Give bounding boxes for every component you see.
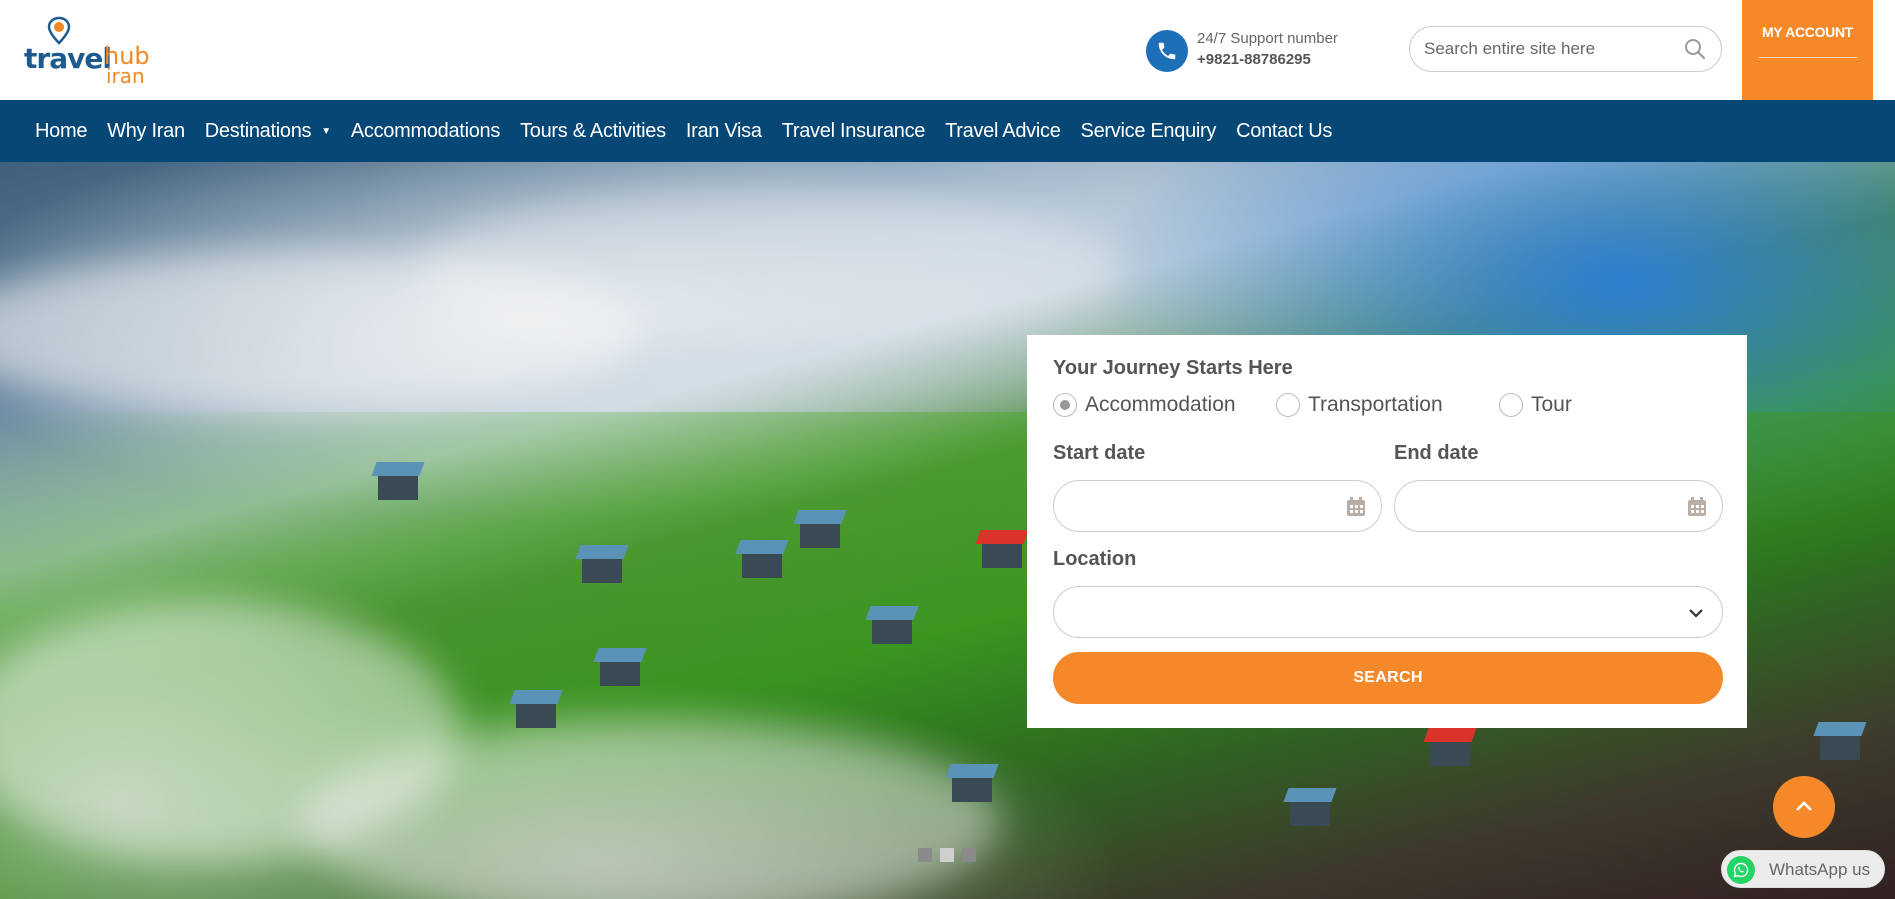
nav-item-service-enquiry[interactable]: Service Enquiry	[1081, 120, 1217, 143]
radio-transportation[interactable]: Transportation	[1276, 393, 1443, 417]
nav-item-travel-advice[interactable]: Travel Advice	[945, 119, 1061, 143]
nav-item-label: Why Iran	[107, 119, 185, 142]
nav-item-label: Travel Insurance	[781, 119, 926, 142]
radio-label: Accommodation	[1085, 393, 1236, 416]
search-button[interactable]: SEARCH	[1053, 652, 1723, 704]
slider-dots	[918, 848, 976, 862]
nav-item-travel-insurance[interactable]: Travel Insurance	[781, 119, 926, 143]
hero-cabin	[800, 520, 840, 548]
logo-word-iran: iran	[106, 64, 145, 88]
radio-label: Transportation	[1308, 393, 1443, 416]
whatsapp-label: WhatsApp us	[1769, 860, 1871, 879]
search-input[interactable]	[1424, 37, 1674, 61]
hero-mist	[420, 192, 1120, 342]
hero-cabin	[582, 555, 622, 583]
phone-icon[interactable]	[1146, 30, 1188, 72]
chevron-down-icon	[1689, 609, 1703, 618]
caret-down-icon: ▼	[321, 125, 331, 137]
nav-item-home[interactable]: Home	[35, 120, 87, 143]
location-select[interactable]	[1053, 586, 1723, 638]
nav-item-label: Travel Advice	[945, 119, 1061, 142]
site-logo[interactable]: travel hub iran	[22, 16, 150, 88]
hero-cabin	[1820, 732, 1860, 760]
end-date-field[interactable]	[1394, 480, 1723, 532]
hero-cabin	[1290, 798, 1330, 826]
location-label: Location	[1053, 548, 1137, 570]
booking-type-radios: Accommodation Transportation Tour	[1053, 393, 1733, 423]
chevron-up-icon	[1796, 801, 1812, 811]
support-contact: 24/7 Support number +9821-88786295	[1146, 30, 1376, 74]
search-icon[interactable]	[1683, 37, 1707, 61]
site-search	[1409, 26, 1722, 72]
start-date-label: Start date	[1053, 442, 1146, 464]
search-card-title: Your Journey Starts Here	[1053, 357, 1293, 379]
slider-dot[interactable]	[962, 848, 976, 862]
radio-circle[interactable]	[1276, 393, 1300, 417]
hero-cabin	[952, 774, 992, 802]
radio-circle[interactable]	[1499, 393, 1523, 417]
hero-cabin	[378, 472, 418, 500]
nav-item-contact-us[interactable]: Contact Us	[1236, 120, 1332, 143]
whatsapp-icon	[1727, 856, 1755, 884]
nav-item-label: Home	[35, 119, 88, 142]
my-account-label: MY ACCOUNT	[1761, 24, 1854, 40]
hero-cabin	[742, 550, 782, 578]
account-divider	[1758, 57, 1858, 58]
radio-accommodation[interactable]: Accommodation	[1053, 393, 1236, 417]
start-date-field[interactable]	[1053, 480, 1382, 532]
nav-item-iran-visa[interactable]: Iran Visa	[686, 120, 762, 143]
calendar-icon[interactable]	[1686, 496, 1708, 518]
whatsapp-button[interactable]: WhatsApp us	[1721, 850, 1885, 888]
nav-item-destinations[interactable]: Destinations ▼	[205, 120, 331, 143]
hero-cabin	[982, 540, 1022, 568]
nav-item-accommodations[interactable]: Accommodations	[350, 119, 501, 143]
hero-cabin	[516, 700, 556, 728]
site-header: travel hub iran 24/7 Support number +982…	[0, 0, 1895, 134]
slider-dot[interactable]	[918, 848, 932, 862]
nav-item-why-iran[interactable]: Why Iran	[107, 120, 185, 143]
main-navigation: Home Why Iran Destinations ▼ Accommodatio…	[0, 100, 1895, 162]
booking-search-card: Your Journey Starts Here Accommodation T…	[1027, 335, 1747, 728]
slider-dot-active[interactable]	[940, 848, 954, 862]
nav-item-label: Service Enquiry	[1080, 119, 1217, 142]
hero-cabin	[1430, 738, 1470, 766]
scroll-to-top-button[interactable]	[1773, 776, 1835, 838]
nav-item-tours-activities[interactable]: Tours & Activities	[520, 120, 666, 143]
nav-item-label: Accommodations	[350, 119, 501, 142]
radio-label: Tour	[1531, 393, 1572, 416]
support-phone[interactable]: +9821-88786295	[1197, 51, 1311, 68]
nav-item-label: Contact Us	[1236, 119, 1333, 142]
calendar-icon[interactable]	[1345, 496, 1367, 518]
nav-item-label: Destinations	[204, 119, 312, 142]
radio-tour[interactable]: Tour	[1499, 393, 1572, 417]
hero-cabin	[600, 658, 640, 686]
support-label: 24/7 Support number	[1197, 30, 1338, 47]
nav-item-label: Tours & Activities	[520, 119, 666, 142]
nav-item-label: Iran Visa	[685, 119, 762, 142]
radio-circle[interactable]	[1053, 393, 1077, 417]
hero-cabin	[872, 616, 912, 644]
logo-word-travel: travel	[24, 42, 112, 75]
end-date-label: End date	[1394, 442, 1479, 464]
